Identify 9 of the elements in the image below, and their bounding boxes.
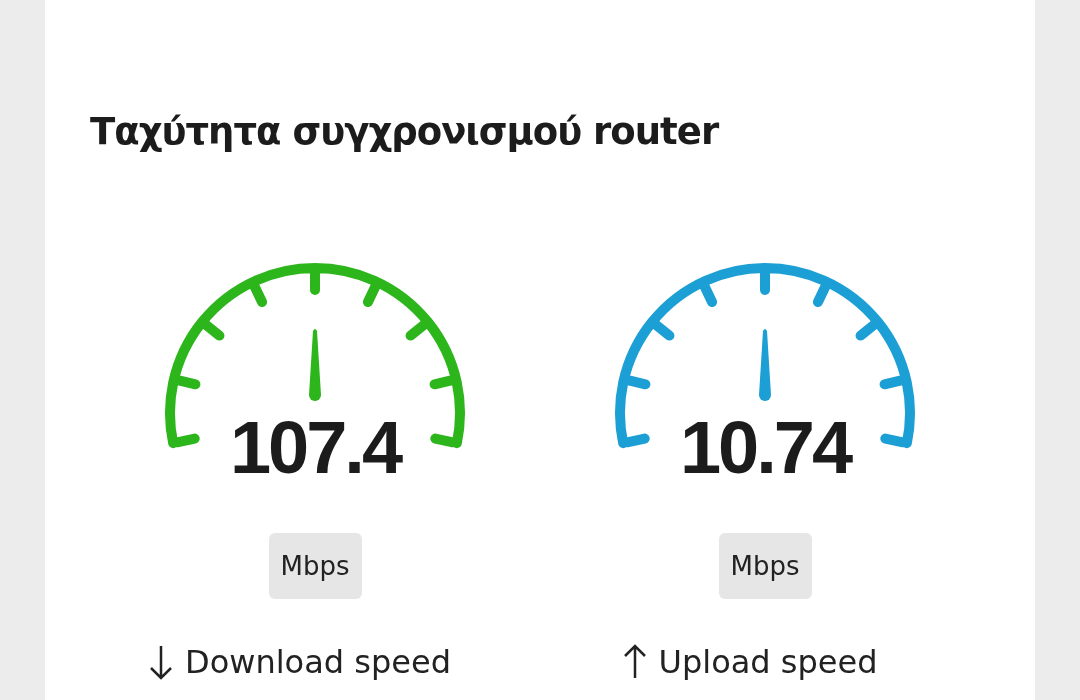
speed-value: 107.4	[229, 411, 401, 485]
speed-label: Upload speed	[658, 643, 878, 681]
card-title: Ταχύτητα συγχρονισμού router	[90, 110, 720, 153]
speed-label: Download speed	[185, 643, 451, 681]
gauge-needle	[309, 329, 321, 401]
speed-value: 10.74	[679, 411, 851, 485]
unit-badge: Mbps	[718, 533, 812, 599]
unit-badge: Mbps	[268, 533, 362, 599]
gauge-needle	[759, 329, 771, 401]
